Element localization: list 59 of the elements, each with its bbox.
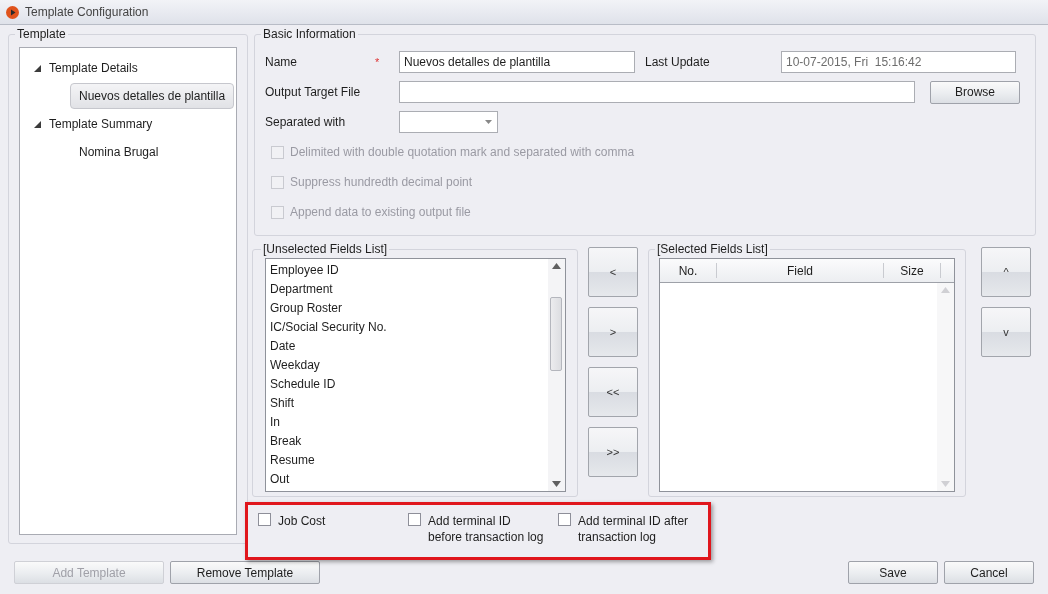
move-button[interactable]: >>: [588, 427, 638, 477]
scroll-up-icon[interactable]: [552, 263, 561, 269]
tree-item[interactable]: Template Details: [49, 61, 138, 75]
separator-dropdown[interactable]: [399, 111, 498, 133]
group-title: Basic Information: [262, 27, 357, 41]
expand-icon[interactable]: [34, 64, 41, 72]
list-item[interactable]: Weekday: [270, 356, 544, 375]
expand-icon[interactable]: [34, 120, 41, 128]
tree-item[interactable]: Nuevos detalles de plantilla: [70, 83, 235, 109]
name-field[interactable]: Nuevos detalles de plantilla: [399, 51, 635, 73]
group-title: [Unselected Fields List]: [262, 242, 389, 256]
scrollbar[interactable]: [548, 259, 565, 491]
column-header[interactable]: Size: [884, 263, 941, 278]
field-label: Name: [265, 55, 298, 69]
window-title: Template Configuration: [25, 5, 149, 19]
group-title: [Selected Fields List]: [656, 242, 769, 256]
list-item[interactable]: Employee ID: [270, 261, 544, 280]
list-item[interactable]: Schedule ID: [270, 375, 544, 394]
browse-button[interactable]: Browse: [930, 80, 1020, 104]
list-item[interactable]: Shift: [270, 394, 544, 413]
field-label: Last Update: [644, 55, 711, 69]
checkbox-label: Add terminal ID before transaction log: [428, 513, 545, 545]
tree-item[interactable]: Nomina Brugal: [70, 139, 168, 165]
field-label: Output Target File: [265, 85, 362, 99]
list-item[interactable]: Out: [270, 470, 544, 489]
scroll-thumb[interactable]: [550, 297, 562, 371]
caret-icon: [485, 120, 492, 124]
checkbox-label: Append data to existing output file: [290, 205, 471, 219]
template-button[interactable]: Remove Template: [170, 561, 320, 584]
order-button[interactable]: v: [981, 307, 1031, 357]
list-item[interactable]: IC/Social Security No.: [270, 318, 544, 337]
scroll-down-icon[interactable]: [552, 481, 561, 487]
app-icon: [6, 5, 19, 19]
order-button[interactable]: ^: [981, 247, 1031, 297]
column-header[interactable]: No.: [660, 263, 717, 278]
tree-item[interactable]: Template Summary: [49, 117, 153, 131]
dialog-button[interactable]: Cancel: [944, 561, 1034, 584]
checkbox[interactable]: [558, 513, 571, 526]
list-item[interactable]: In: [270, 413, 544, 432]
output-file-field[interactable]: [399, 81, 915, 103]
group-title: Template: [16, 27, 67, 41]
list-item[interactable]: Department: [270, 280, 544, 299]
list-item[interactable]: Break: [270, 432, 544, 451]
field-label: Separated with: [265, 115, 347, 129]
list-item[interactable]: Date: [270, 337, 544, 356]
move-button[interactable]: <<: [588, 367, 638, 417]
checkbox[interactable]: [258, 513, 271, 526]
column-header[interactable]: Field: [717, 263, 884, 278]
list-item[interactable]: Group Roster: [270, 299, 544, 318]
move-button[interactable]: <: [588, 247, 638, 297]
checkbox-label: Add terminal ID after transaction log: [578, 513, 690, 545]
checkbox[interactable]: [408, 513, 421, 526]
required-mark: *: [375, 56, 381, 68]
move-button[interactable]: >: [588, 307, 638, 357]
checkbox-label: Job Cost: [278, 513, 327, 529]
checkbox-label: Delimited with double quotation mark and separated with comma: [290, 145, 635, 159]
list-item[interactable]: Resume: [270, 451, 544, 470]
dialog-button[interactable]: Save: [848, 561, 938, 584]
checkbox-label: Suppress hundredth decimal point: [290, 175, 473, 189]
